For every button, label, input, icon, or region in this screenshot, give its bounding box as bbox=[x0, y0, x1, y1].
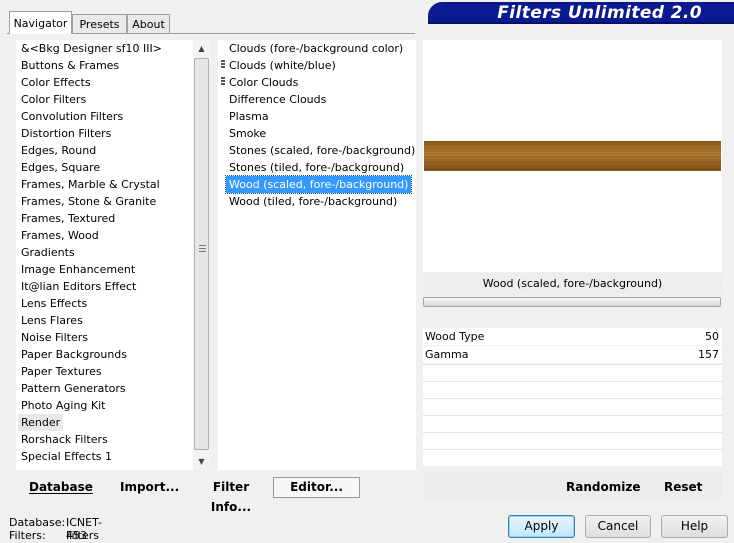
filter-item[interactable]: Clouds (white/blue) bbox=[226, 57, 339, 74]
category-item[interactable]: It@lian Editors Effect bbox=[18, 278, 139, 295]
app-title: Filters Unlimited 2.0 bbox=[497, 3, 702, 23]
param-row-wood-type[interactable]: Wood Type 50 bbox=[423, 328, 722, 345]
tab-about[interactable]: About bbox=[127, 14, 170, 33]
cancel-button[interactable]: Cancel bbox=[585, 515, 651, 538]
drag-handle-icon bbox=[221, 77, 225, 88]
filter-item[interactable]: Stones (tiled, fore-/background) bbox=[226, 159, 407, 176]
category-item[interactable]: Frames, Marble & Crystal bbox=[18, 176, 163, 193]
category-item[interactable]: Gradients bbox=[18, 244, 78, 261]
param-name: Wood Type bbox=[425, 330, 485, 343]
filter-item[interactable]: Plasma bbox=[226, 108, 272, 125]
status-filters: Filters: 453 bbox=[9, 529, 87, 542]
parameter-slider[interactable] bbox=[423, 297, 721, 307]
editor-button[interactable]: Editor... bbox=[273, 477, 360, 498]
category-scrollbar[interactable]: ▲ ▼ bbox=[193, 40, 210, 470]
scroll-thumb[interactable] bbox=[194, 58, 209, 450]
filters-label: Filters: bbox=[9, 529, 46, 542]
randomize-button[interactable]: Randomize bbox=[566, 477, 640, 497]
category-item[interactable]: &<Bkg Designer sf10 III> bbox=[18, 40, 165, 57]
category-item[interactable]: Frames, Textured bbox=[18, 210, 118, 227]
category-item[interactable]: Rorshack Filters bbox=[18, 431, 111, 448]
scroll-up-icon[interactable]: ▲ bbox=[193, 40, 210, 57]
filter-info-button[interactable]: Filter Info... bbox=[199, 477, 263, 514]
category-list[interactable]: &<Bkg Designer sf10 III> Buttons & Frames… bbox=[16, 40, 193, 470]
param-row-empty bbox=[423, 364, 722, 381]
category-item[interactable]: Frames, Wood bbox=[18, 227, 102, 244]
category-item[interactable]: Edges, Round bbox=[18, 142, 99, 159]
param-value: 157 bbox=[698, 348, 719, 361]
param-row-empty bbox=[423, 432, 722, 449]
category-item[interactable]: Distortion Filters bbox=[18, 125, 114, 142]
filter-item[interactable]: Stones (scaled, fore-/background) bbox=[226, 142, 418, 159]
filter-item[interactable]: Wood (tiled, fore-/background) bbox=[226, 193, 400, 210]
filter-item[interactable]: Smoke bbox=[226, 125, 269, 142]
filters-value: 453 bbox=[66, 529, 87, 542]
category-item[interactable]: Color Filters bbox=[18, 91, 89, 108]
category-item[interactable]: Color Effects bbox=[18, 74, 94, 91]
tab-navigator[interactable]: Navigator bbox=[9, 11, 72, 34]
filter-item[interactable]: Wood (scaled, fore-/background) bbox=[224, 175, 413, 194]
drag-handle-icon bbox=[221, 60, 225, 71]
param-row-empty bbox=[423, 415, 722, 432]
wood-preview-image bbox=[424, 141, 721, 171]
param-name: Gamma bbox=[425, 348, 469, 361]
filter-item[interactable]: Difference Clouds bbox=[226, 91, 329, 108]
category-item[interactable]: Pattern Generators bbox=[18, 380, 129, 397]
tab-presets[interactable]: Presets bbox=[72, 14, 127, 33]
scroll-grip-icon bbox=[199, 245, 206, 254]
param-row-gamma[interactable]: Gamma 157 bbox=[423, 346, 722, 363]
database-button[interactable]: Database bbox=[29, 477, 93, 497]
scroll-down-icon[interactable]: ▼ bbox=[193, 453, 210, 470]
category-item[interactable]: Image Enhancement bbox=[18, 261, 138, 278]
filter-item[interactable]: Color Clouds bbox=[226, 74, 301, 91]
status-database: Database: ICNET-Filters bbox=[9, 516, 102, 542]
filter-item[interactable]: Clouds (fore-/background color) bbox=[226, 40, 406, 57]
category-item[interactable]: Lens Effects bbox=[18, 295, 90, 312]
title-banner: Filters Unlimited 2.0 bbox=[428, 2, 734, 24]
database-label: Database: bbox=[9, 516, 66, 529]
category-item[interactable]: Noise Filters bbox=[18, 329, 91, 346]
category-item[interactable]: Buttons & Frames bbox=[18, 57, 122, 74]
category-item[interactable]: Convolution Filters bbox=[18, 108, 126, 125]
category-item[interactable]: Photo Aging Kit bbox=[18, 397, 108, 414]
param-row-empty bbox=[423, 449, 722, 466]
category-item[interactable]: Render bbox=[18, 414, 64, 431]
category-item[interactable]: Lens Flares bbox=[18, 312, 86, 329]
category-item[interactable]: Frames, Stone & Granite bbox=[18, 193, 159, 210]
filter-list[interactable]: Clouds (fore-/background color) Clouds (w… bbox=[218, 40, 416, 470]
apply-button[interactable]: Apply bbox=[508, 515, 575, 538]
selected-filter-title: Wood (scaled, fore-/background) bbox=[423, 273, 722, 295]
param-row-empty bbox=[423, 398, 722, 415]
category-item[interactable]: Paper Textures bbox=[18, 363, 105, 380]
category-item[interactable]: Paper Backgrounds bbox=[18, 346, 130, 363]
help-button[interactable]: Help bbox=[661, 515, 728, 538]
reset-button[interactable]: Reset bbox=[664, 477, 702, 497]
import-button[interactable]: Import... bbox=[120, 477, 179, 497]
param-value: 50 bbox=[705, 330, 719, 343]
category-item[interactable]: Edges, Square bbox=[18, 159, 103, 176]
category-item[interactable]: Special Effects 1 bbox=[18, 448, 115, 465]
param-row-empty bbox=[423, 381, 722, 398]
